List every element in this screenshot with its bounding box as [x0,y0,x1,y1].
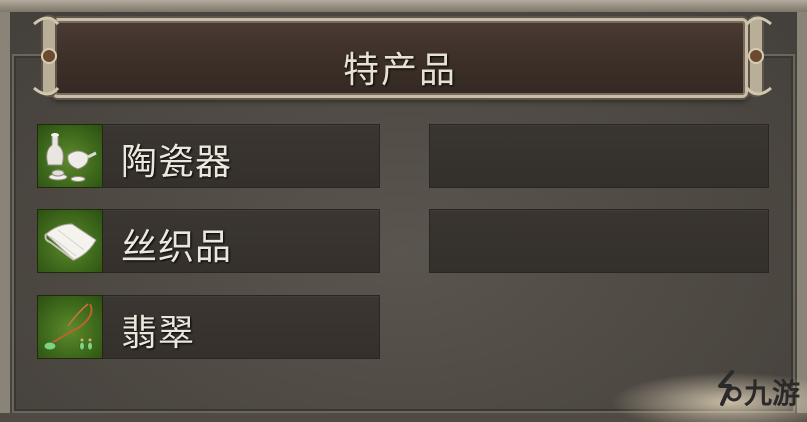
empty-product-slot[interactable] [429,209,769,273]
jiuyou-logo-icon [718,370,742,406]
product-label: 陶瓷器 [121,142,233,183]
porcelain-icon [37,124,103,188]
product-slot-porcelain[interactable]: 陶瓷器 [37,124,380,188]
title-banner: 特产品 [52,18,748,98]
banner-scroll-right-ornament [737,10,777,102]
product-slot-jade[interactable]: 翡翠 [37,295,380,359]
watermark-logo: 九游 [610,362,807,422]
panel-title: 特产品 [342,50,457,91]
jade-necklace-icon [37,295,103,359]
product-label: 丝织品 [121,227,233,268]
product-label: 翡翠 [121,313,196,354]
silk-icon [37,209,103,273]
banner-scroll-left-ornament [28,10,68,102]
watermark-text: 九游 [744,377,801,410]
empty-product-slot[interactable] [429,124,769,188]
product-slot-silk[interactable]: 丝织品 [37,209,380,273]
